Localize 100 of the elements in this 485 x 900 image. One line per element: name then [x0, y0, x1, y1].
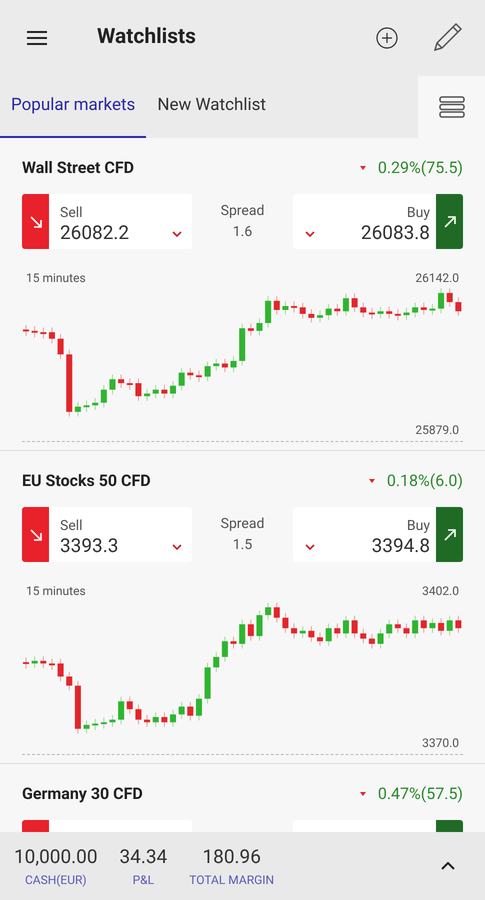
tab[interactable]: New Watchlist: [146, 76, 277, 138]
candle: [135, 704, 142, 725]
triangle-down-icon: [360, 792, 366, 796]
candle: [412, 615, 418, 638]
spread-label: Spread: [220, 514, 264, 534]
candle: [135, 378, 142, 402]
chevron-down-icon: [172, 544, 182, 550]
sell-button[interactable]: Sell 26082.2: [22, 194, 192, 249]
buy-button[interactable]: Buy 3394.8: [293, 507, 463, 562]
market-name: Germany 30 CFD: [22, 783, 143, 805]
candle: [32, 656, 38, 669]
candle: [300, 302, 306, 319]
candle: [239, 619, 246, 649]
up-right-arrow-icon: [442, 214, 458, 230]
candle: [170, 709, 176, 728]
candle: [386, 306, 392, 319]
candle: [204, 361, 211, 382]
candle: [178, 702, 185, 720]
spread-label: Spread: [220, 202, 264, 220]
candle: [100, 717, 107, 730]
candle: [126, 378, 133, 390]
add-icon[interactable]: [376, 27, 398, 49]
candle: [161, 384, 168, 399]
candle: [334, 623, 340, 638]
buy-button[interactable]: Buy 26083.8: [293, 194, 463, 249]
timeframe-label: 15 minutes: [26, 583, 86, 600]
candle: [23, 657, 30, 670]
market-name: EU Stocks 50 CFD: [22, 470, 151, 492]
candle: [394, 308, 401, 321]
candle: [360, 628, 366, 644]
candle: [92, 398, 98, 410]
candle: [222, 358, 228, 372]
low-price-label: 25879.0: [415, 422, 459, 439]
candle: [274, 602, 280, 623]
up-right-arrow-icon: [442, 526, 458, 542]
candle: [161, 712, 168, 728]
candle: [239, 323, 246, 366]
candle: [455, 297, 462, 316]
candle: [222, 636, 228, 662]
chevron-down-icon: [305, 231, 315, 237]
candle: [152, 712, 159, 728]
candle: [213, 652, 220, 672]
candle: [403, 308, 410, 320]
change-value: 0.18%(6.0): [386, 470, 463, 492]
candle: [144, 388, 150, 402]
candle: [420, 302, 427, 316]
down-right-arrow-icon: [28, 526, 44, 542]
candle: [100, 384, 107, 408]
candle: [291, 300, 298, 313]
menu-icon[interactable]: [27, 30, 47, 46]
candle: [352, 615, 358, 638]
sell-price: 26082.2: [60, 221, 130, 245]
candle: [152, 384, 159, 399]
candle: [187, 702, 194, 721]
candle: [334, 304, 340, 316]
summary-value: 10,000.00: [14, 844, 98, 870]
list-view-button[interactable]: [418, 76, 485, 138]
candle: [109, 714, 116, 728]
candle: [274, 296, 280, 316]
summary-value: 180.96: [202, 844, 261, 870]
candle: [23, 324, 30, 336]
candle: [300, 626, 306, 638]
candle: [446, 288, 453, 308]
candle: [204, 662, 211, 704]
candle: [403, 623, 410, 638]
candle: [230, 356, 237, 372]
candle: [282, 612, 288, 634]
high-price-label: 26142.0: [415, 270, 459, 287]
candle: [282, 300, 288, 316]
stacked-bars-icon: [438, 96, 464, 118]
candle: [317, 632, 324, 646]
candle: [446, 615, 453, 636]
buy-label: Buy: [406, 205, 430, 221]
candle: [74, 680, 81, 734]
low-price-label: 3370.0: [422, 735, 459, 752]
candle: [48, 327, 55, 344]
chevron-up-icon[interactable]: [441, 862, 455, 870]
buy-label: Buy: [406, 518, 430, 534]
candle: [84, 400, 90, 412]
page-title: Watchlists: [97, 24, 197, 52]
candle: [308, 308, 314, 323]
candle: [92, 718, 98, 730]
candle: [342, 615, 349, 638]
candle: [74, 402, 81, 417]
candle: [118, 374, 124, 388]
candle: [308, 626, 314, 642]
candle: [429, 618, 436, 634]
candle: [170, 380, 176, 399]
candle: [248, 619, 254, 642]
candle: [196, 694, 202, 721]
candle: [40, 656, 46, 669]
high-price-label: 3402.0: [422, 583, 459, 600]
candle: [32, 326, 38, 338]
sell-button[interactable]: Sell 3393.3: [22, 507, 192, 562]
triangle-down-icon: [360, 166, 366, 170]
candle: [66, 349, 72, 417]
candle: [386, 619, 392, 638]
summary-value: 34.34: [120, 844, 168, 870]
candle: [438, 288, 444, 314]
chevron-down-icon: [305, 544, 315, 550]
